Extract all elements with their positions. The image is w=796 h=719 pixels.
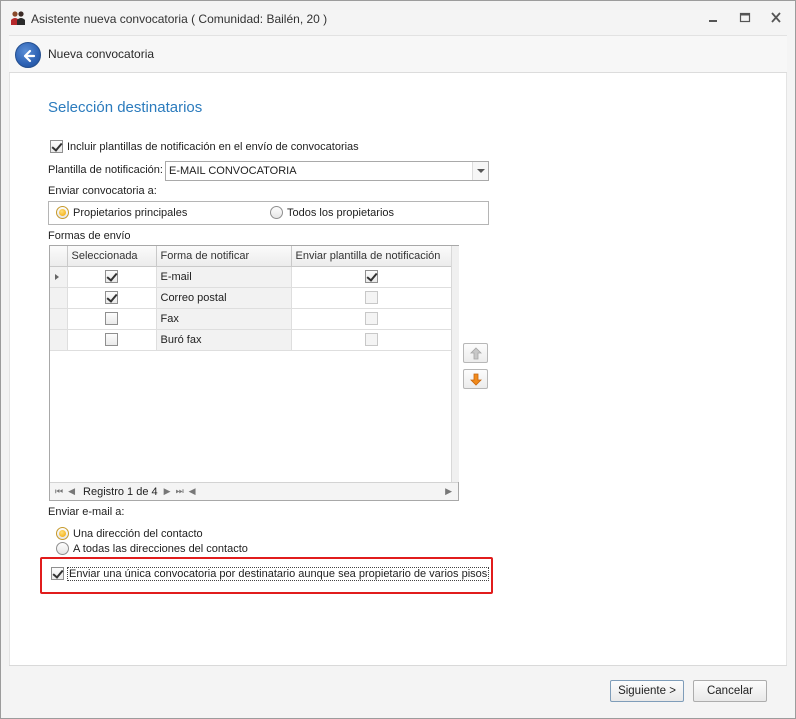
send-template-cell — [291, 287, 452, 309]
selected-cell[interactable] — [67, 287, 157, 309]
radio-all-owners[interactable]: Todos los propietarios — [270, 206, 394, 219]
radio-all-addresses[interactable]: A todas las direcciones del contacto — [56, 542, 248, 555]
radio-main-owners-label: Propietarios principales — [73, 206, 188, 219]
send-template-cell[interactable] — [291, 266, 452, 288]
wizard-step-title: Nueva convocatoria — [48, 47, 155, 61]
radio-all-owners-label: Todos los propietarios — [287, 206, 395, 219]
row-indicator[interactable] — [50, 329, 68, 351]
delivery-table: Seleccionada Forma de notificar Enviar p… — [50, 246, 452, 351]
template-select-value: E-MAIL CONVOCATORIA — [169, 165, 297, 177]
close-icon[interactable] — [767, 10, 785, 26]
record-counter: Registro 1 de 4 — [83, 485, 158, 498]
radio-one-address-label: Una dirección del contacto — [73, 527, 203, 540]
move-up-button[interactable] — [463, 343, 488, 363]
arrow-left-icon — [23, 49, 36, 63]
title-bar: Asistente nueva convocatoria ( Comunidad… — [1, 1, 795, 35]
radio-main-owners-button[interactable] — [56, 206, 69, 219]
radio-one-address[interactable]: Una dirección del contacto — [56, 527, 203, 540]
arrow-down-icon — [470, 373, 482, 386]
first-record-icon[interactable]: ⏮ — [55, 486, 63, 497]
delivery-label: Formas de envío — [48, 230, 131, 242]
table-row[interactable]: E-mail — [50, 266, 452, 288]
wizard-header: Nueva convocatoria — [9, 35, 787, 73]
single-notice-label: Enviar una única convocatoria por destin… — [66, 566, 490, 581]
selected-cell[interactable] — [67, 308, 157, 330]
radio-all-addresses-label: A todas las direcciones del contacto — [73, 542, 248, 555]
radio-all-owners-button[interactable] — [270, 206, 283, 219]
include-templates-checkbox[interactable] — [50, 140, 63, 153]
wizard-content: Selección destinatarios Incluir plantill… — [9, 73, 787, 665]
table-row[interactable]: Correo postal — [50, 287, 452, 309]
selected-cell[interactable] — [67, 329, 157, 351]
scroll-left-icon[interactable]: ◀ — [189, 486, 196, 497]
delivery-label-row: Formas de envío — [48, 230, 131, 242]
column-header-send-template[interactable]: Enviar plantilla de notificación — [291, 246, 452, 267]
send-template-cell — [291, 308, 452, 330]
send-to-label: Enviar convocatoria a: — [48, 185, 157, 197]
selected-checkbox[interactable] — [105, 291, 118, 304]
send-template-checkbox — [364, 312, 378, 325]
record-navigator: ⏮ ◀ Registro 1 de 4 ▶ ⏭ ◀ ▶ — [50, 482, 458, 500]
scroll-right-icon[interactable]: ▶ — [445, 486, 452, 497]
row-indicator[interactable] — [50, 287, 68, 309]
selected-cell[interactable] — [67, 266, 157, 288]
template-label: Plantilla de notificación: — [48, 164, 163, 176]
next-button[interactable]: Siguiente > — [610, 680, 684, 702]
table-row[interactable]: Buró fax — [50, 329, 452, 351]
radio-one-address-button[interactable] — [56, 527, 69, 540]
prev-record-icon[interactable]: ◀ — [68, 486, 75, 497]
selected-checkbox[interactable] — [105, 270, 118, 283]
send-template-checkbox — [364, 333, 378, 346]
wizard-footer: Siguiente > Cancelar — [9, 665, 787, 712]
method-cell: E-mail — [156, 266, 292, 288]
last-record-icon[interactable]: ⏭ — [176, 486, 184, 497]
method-cell: Correo postal — [156, 287, 292, 309]
selected-checkbox[interactable] — [105, 312, 118, 325]
community-app-icon — [11, 11, 25, 25]
single-notice-checkbox[interactable] — [51, 567, 64, 580]
template-select[interactable]: E-MAIL CONVOCATORIA — [165, 161, 489, 181]
method-cell: Buró fax — [156, 329, 292, 351]
section-title: Selección destinatarios — [48, 99, 203, 116]
grid-vertical-scrollbar[interactable] — [451, 246, 459, 482]
radio-main-owners[interactable]: Propietarios principales — [56, 206, 187, 219]
send-template-checkbox — [364, 291, 378, 304]
chevron-down-icon[interactable] — [472, 162, 488, 180]
window-title: Asistente nueva convocatoria ( Comunidad… — [31, 12, 328, 26]
email-to-label: Enviar e-mail a: — [48, 506, 125, 518]
back-button[interactable] — [15, 42, 41, 68]
include-templates-label: Incluir plantillas de notificación en el… — [67, 140, 359, 153]
email-to-label-row: Enviar e-mail a: — [48, 506, 124, 518]
method-cell: Fax — [156, 308, 292, 330]
maximize-icon[interactable] — [736, 10, 754, 26]
table-header-row: Seleccionada Forma de notificar Enviar p… — [50, 246, 452, 267]
send-template-checkbox[interactable] — [364, 270, 378, 283]
column-header-selected[interactable]: Seleccionada — [67, 246, 157, 267]
selected-checkbox[interactable] — [105, 333, 118, 346]
row-indicator[interactable] — [50, 266, 68, 288]
wizard-window: Asistente nueva convocatoria ( Comunidad… — [0, 0, 796, 719]
template-label-row: Plantilla de notificación: — [48, 164, 163, 176]
row-indicator[interactable] — [50, 308, 68, 330]
minimize-icon[interactable] — [704, 10, 722, 26]
send-to-label-row: Enviar convocatoria a: — [48, 185, 157, 197]
send-template-cell — [291, 329, 452, 351]
radio-all-addresses-button[interactable] — [56, 542, 69, 555]
include-templates-option[interactable]: Incluir plantillas de notificación en el… — [50, 140, 359, 153]
move-down-button[interactable] — [463, 369, 488, 389]
send-to-group: Propietarios principales Todos los propi… — [48, 201, 489, 225]
cancel-button[interactable]: Cancelar — [693, 680, 767, 702]
delivery-grid[interactable]: Seleccionada Forma de notificar Enviar p… — [49, 245, 459, 501]
table-row[interactable]: Fax — [50, 308, 452, 330]
column-header-method[interactable]: Forma de notificar — [156, 246, 292, 267]
next-record-icon[interactable]: ▶ — [164, 486, 171, 497]
arrow-up-icon — [470, 347, 482, 360]
single-notice-option[interactable]: Enviar una única convocatoria por destin… — [51, 566, 490, 581]
row-indicator-header — [50, 246, 68, 267]
